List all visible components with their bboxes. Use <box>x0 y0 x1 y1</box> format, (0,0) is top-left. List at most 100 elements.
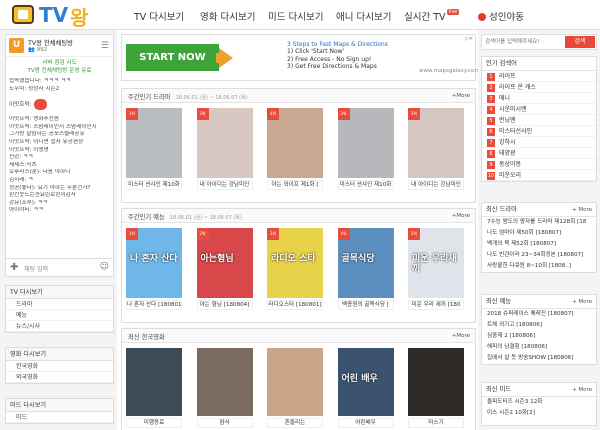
nav-movie-replay[interactable]: 영화 다시보기 <box>200 9 255 23</box>
left-menu-item-foreign-movie[interactable]: 외국영화 <box>6 372 113 383</box>
thumbnail-card[interactable]: 3위미스터 션샤인 제10화 <box>337 108 394 190</box>
popular-keyword-item[interactable]: 1 라이프 <box>482 71 596 82</box>
thumbnail-card[interactable]: 아는형님 2위아는 형님 [180804] <box>196 228 253 310</box>
left-menu-item-news[interactable]: 뉴스/시사 <box>6 321 113 332</box>
left-menu-item-korean-movie[interactable]: 한국영화 <box>6 361 113 372</box>
popular-keyword-item[interactable]: 2 라이프 온 캐스 <box>482 82 596 93</box>
latest-drama-title: 최신 드라마 + More <box>482 203 596 217</box>
thumbnail-caption[interactable]: 아는 형님 [180804] <box>196 300 253 310</box>
thumbnail-caption[interactable]: 흔들리는 <box>267 418 323 428</box>
latest-list-item[interactable]: 트체 외기고 [180806] <box>482 320 596 331</box>
thumbnail-card[interactable]: 라디오 스타 3위라디오스타 [180801] <box>267 228 323 310</box>
thumbnail-card[interactable]: 미운 우리새끼 5위미운 우리 새끼 [180 <box>408 228 464 310</box>
thumbnail-image[interactable]: 나 혼자 산다 1위 <box>126 228 182 298</box>
ad-start-button[interactable]: START NOW <box>126 44 219 71</box>
thumbnail-image[interactable]: 4위 <box>267 108 323 178</box>
thumbnail-caption[interactable]: 라디오스타 [180801] <box>267 300 323 310</box>
thumbnail-card[interactable]: 3위내 아이디는 강남미인 <box>196 108 253 190</box>
thumbnail-image[interactable]: 3위 <box>408 108 464 178</box>
left-menu-item-drama[interactable]: 드라마 <box>6 299 113 310</box>
thumbnail-image[interactable]: 아는형님 2위 <box>196 228 253 298</box>
latest-list-item[interactable]: 울피도터즈 시즌3 12화 <box>482 397 596 408</box>
thumbnail-card[interactable]: 4위아는 와이프 제1화 [ <box>267 108 323 190</box>
thumbnail-image[interactable]: 3위 <box>126 108 182 178</box>
thumbnail-image[interactable]: 어린 배우 <box>337 348 394 416</box>
thumbnail-image[interactable]: 미운 우리새끼 5위 <box>408 228 464 298</box>
chat-input-bar[interactable]: ✚ 채팅 입력 ☺ <box>6 258 113 276</box>
thumbnail-caption[interactable]: 미스터 션샤인 제10화 <box>126 180 182 190</box>
nav-us-drama-replay[interactable]: 미드 다시보기 <box>268 9 323 23</box>
latest-list-item[interactable]: 7수능 왕도의 왕자를 드라마 제128회 [18 <box>482 217 596 228</box>
nav-tv-replay[interactable]: TV 다시보기 <box>134 9 184 23</box>
thumbnail-image[interactable] <box>196 348 253 416</box>
nav-live-tv[interactable]: 실시간 TV live <box>404 9 460 23</box>
thumbnail-image[interactable]: 골목식당 4위 <box>337 228 394 298</box>
latest-list-item[interactable]: 백개의 목 제52회 [180807] <box>482 239 596 250</box>
ad-choices-icon[interactable]: ▷✕ <box>465 36 473 42</box>
chat-message: 왼칸웃드는깐요린로린이감사 <box>9 192 76 199</box>
thumbnail-image[interactable]: 3위 <box>196 108 253 178</box>
thumbnail-image[interactable]: 3위 <box>337 108 394 178</box>
thumbnail-image[interactable]: 라디오 스타 3위 <box>267 228 323 298</box>
more-link[interactable]: +More <box>452 93 470 99</box>
thumbnail-caption[interactable]: 백종원의 골목식당 [ <box>337 300 394 310</box>
thumbnail-card[interactable]: 나 혼자 산다 1위나 혼자 산다 [180801] <box>126 228 182 310</box>
nav-anime-replay[interactable]: 애니 다시보기 <box>336 9 391 23</box>
popular-keyword-item[interactable]: 9 동상이몽 <box>482 159 596 170</box>
popular-keyword-item[interactable]: 6 미스터선샤인 <box>482 126 596 137</box>
thumbnail-caption[interactable]: 내 아이디는 강남미인 <box>196 180 253 190</box>
left-menu-item-us-drama[interactable]: 미드 <box>6 412 113 423</box>
popular-keyword-item[interactable]: 7 강하시 <box>482 137 596 148</box>
thumbnail-caption[interactable]: 잠식 <box>196 418 253 428</box>
search-input[interactable] <box>482 35 564 49</box>
search-button[interactable]: 검색 <box>565 36 595 48</box>
thumbnail-image[interactable] <box>408 348 464 416</box>
latest-list-item[interactable]: 나도 빈관이라 23~34회정본 [180807] <box>482 250 596 261</box>
thumbnail-card[interactable]: 3위내 아이디는 강남미인 <box>408 108 464 190</box>
thumbnail-caption[interactable]: 내 아이디는 강남미인 <box>408 180 464 190</box>
thumbnail-card[interactable]: 골목식당 4위백종원의 골목식당 [ <box>337 228 394 310</box>
latest-list-item[interactable]: 해피의 남결험 [180806] <box>482 342 596 353</box>
plus-icon[interactable]: ✚ <box>10 262 18 273</box>
ad-url[interactable]: www.mapsgalaxy.com <box>419 68 480 74</box>
thumbnail-caption[interactable]: 어린배우 <box>337 418 394 428</box>
latest-list-item[interactable]: 2018 슈퍼레이스 퀘레진 [180807] <box>482 309 596 320</box>
adult-menu-link[interactable]: 성인야동 <box>478 9 524 23</box>
latest-list-item[interactable]: 사랑콜한 다큐원 8~10회 [1808..] <box>482 261 596 272</box>
thumbnail-card[interactable]: 미행동료 <box>126 348 182 428</box>
thumbnail-card[interactable]: 어린 배우어린배우 <box>337 348 394 428</box>
ad-banner[interactable]: START NOW 3 Steps to Fast Maps & Directi… <box>121 34 480 81</box>
more-link[interactable]: +More <box>452 213 470 219</box>
chat-input-placeholder[interactable]: 채팅 입력 <box>24 264 48 273</box>
thumbnail-caption[interactable]: 아는 와이프 제1화 [ <box>267 180 323 190</box>
popular-keyword-item[interactable]: 10 미운오리 <box>482 170 596 181</box>
thumbnail-caption[interactable]: 나 혼자 산다 [180801] <box>126 300 182 310</box>
popular-keyword-item[interactable]: 8 태양광 <box>482 148 596 159</box>
thumbnail-caption[interactable]: 미행동료 <box>126 418 182 428</box>
thumbnail-card[interactable]: 잠식 <box>196 348 253 428</box>
latest-list-item[interactable]: 집에서 살 듯 방송SHOW [180806] <box>482 353 596 364</box>
popular-keyword-item[interactable]: 5 런닝맨 <box>482 115 596 126</box>
left-menu-item-variety[interactable]: 예능 <box>6 310 113 321</box>
popular-keyword-item[interactable]: 4 시운미시엔 <box>482 104 596 115</box>
latest-list-item[interactable]: 이스 시즌2 10화[2] <box>482 408 596 419</box>
thumbnail-caption[interactable]: 마스기 <box>408 418 464 428</box>
hamburger-menu-icon[interactable]: ☰ <box>101 41 109 51</box>
site-logo[interactable]: TV 왕 <box>12 3 107 30</box>
more-link[interactable]: + More <box>572 295 592 309</box>
smiley-icon[interactable]: ☺ <box>100 262 109 272</box>
more-link[interactable]: +More <box>452 333 470 339</box>
thumbnail-card[interactable]: 흔들리는 <box>267 348 323 428</box>
thumbnail-caption[interactable]: 미스터 션샤인 제10화 <box>337 180 394 190</box>
thumbnail-image[interactable] <box>267 348 323 416</box>
thumbnail-overlay-title: 나 혼자 산다 <box>130 254 178 264</box>
more-link[interactable]: + More <box>572 203 592 217</box>
latest-list-item[interactable]: 심중재 2 [180806] <box>482 331 596 342</box>
thumbnail-card[interactable]: 3위미스터 션샤인 제10화 <box>126 108 182 190</box>
thumbnail-caption[interactable]: 미운 우리 새끼 [180 <box>408 300 464 310</box>
thumbnail-card[interactable]: 마스기 <box>408 348 464 428</box>
more-link[interactable]: + More <box>572 383 592 397</box>
latest-list-item[interactable]: 나도 엄마야 제50회 [180807] <box>482 228 596 239</box>
thumbnail-image[interactable] <box>126 348 182 416</box>
popular-keyword-item[interactable]: 3 애니 <box>482 93 596 104</box>
